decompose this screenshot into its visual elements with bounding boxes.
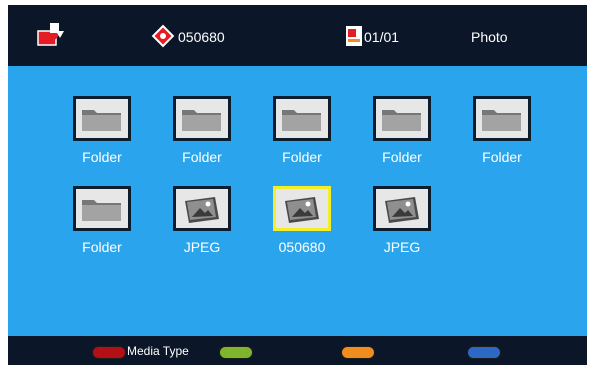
folder-icon xyxy=(73,96,131,141)
folder-icon xyxy=(473,96,531,141)
top-bar: 050680 01/01 Photo xyxy=(8,5,587,66)
photo-icon xyxy=(273,186,331,231)
grid-item[interactable]: JPEG xyxy=(354,171,436,259)
item-label: Folder xyxy=(282,149,322,165)
file-grid: Folder Folder Folder Folder Folder Folde… xyxy=(8,66,587,336)
grid-item[interactable]: Folder xyxy=(354,81,436,169)
red-key-button[interactable] xyxy=(92,346,126,359)
grid-item[interactable]: Folder xyxy=(154,81,236,169)
media-browser: 050680 01/01 Photo Folder Folder Folder … xyxy=(8,5,587,365)
folder-icon xyxy=(373,96,431,141)
page-icon xyxy=(345,25,363,47)
item-label: Folder xyxy=(382,149,422,165)
yellow-key-button[interactable] xyxy=(341,346,375,359)
item-label: Folder xyxy=(82,239,122,255)
red-key-label: Media Type xyxy=(127,344,189,358)
file-manager-icon xyxy=(36,23,66,51)
color-key-bar: Media Type xyxy=(8,336,587,365)
disk-count: 050680 xyxy=(178,29,225,45)
blue-key-button[interactable] xyxy=(467,346,501,359)
green-key-button[interactable] xyxy=(219,346,253,359)
grid-item[interactable]: Folder xyxy=(54,81,136,169)
grid-item[interactable]: Folder xyxy=(254,81,336,169)
photo-icon xyxy=(173,186,231,231)
item-label: JPEG xyxy=(383,239,421,255)
item-label: JPEG xyxy=(183,239,221,255)
grid-item[interactable]: 050680 xyxy=(254,171,336,259)
folder-icon xyxy=(73,186,131,231)
grid-item[interactable]: JPEG xyxy=(154,171,236,259)
folder-icon xyxy=(173,96,231,141)
disk-icon xyxy=(151,24,175,48)
item-label: Folder xyxy=(82,149,122,165)
grid-item[interactable]: Folder xyxy=(454,81,536,169)
item-label: Folder xyxy=(482,149,522,165)
item-label: Folder xyxy=(182,149,222,165)
page-indicator: 01/01 xyxy=(364,29,400,45)
mode-label: Photo xyxy=(471,29,508,45)
item-label: 050680 xyxy=(278,239,326,255)
grid-item[interactable]: Folder xyxy=(54,171,136,259)
folder-icon xyxy=(273,96,331,141)
photo-icon xyxy=(373,186,431,231)
